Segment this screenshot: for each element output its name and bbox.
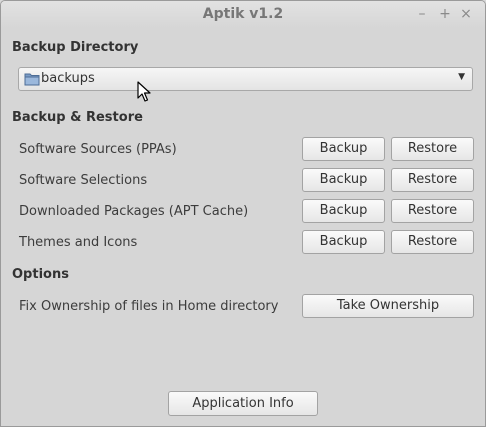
close-icon[interactable]: × [457,5,475,23]
row-label-ppas: Software Sources (PPAs) [19,142,177,157]
minimize-icon[interactable]: – [413,5,431,23]
folder-icon [24,73,40,86]
backup-ppas-button[interactable]: Backup [302,137,385,161]
backup-directory-value: backups [41,71,95,86]
backup-themes-icons-button[interactable]: Backup [302,230,385,254]
backup-restore-heading: Backup & Restore [12,110,143,125]
mouse-pointer-icon [137,81,151,102]
restore-apt-cache-button[interactable]: Restore [391,199,474,223]
aptik-window: Aptik v1.2 – + × Backup Directory backup… [0,0,486,427]
title-bar[interactable]: Aptik v1.2 – + × [1,1,485,28]
backup-software-selections-button[interactable]: Backup [302,168,385,192]
restore-software-selections-button[interactable]: Restore [391,168,474,192]
row-label-themes-icons: Themes and Icons [19,235,138,250]
chevron-down-icon: ▼ [458,72,465,82]
backup-directory-heading: Backup Directory [12,40,139,55]
backup-apt-cache-button[interactable]: Backup [302,199,385,223]
row-label-software-selections: Software Selections [19,173,148,188]
row-label-apt-cache: Downloaded Packages (APT Cache) [19,204,249,219]
restore-themes-icons-button[interactable]: Restore [391,230,474,254]
take-ownership-button[interactable]: Take Ownership [302,294,474,318]
application-info-button[interactable]: Application Info [168,391,318,416]
maximize-icon[interactable]: + [436,5,454,23]
restore-ppas-button[interactable]: Restore [391,137,474,161]
row-label-fix-ownership: Fix Ownership of files in Home directory [19,299,279,314]
backup-directory-select[interactable]: backups ▼ [18,67,473,91]
options-heading: Options [12,267,69,282]
